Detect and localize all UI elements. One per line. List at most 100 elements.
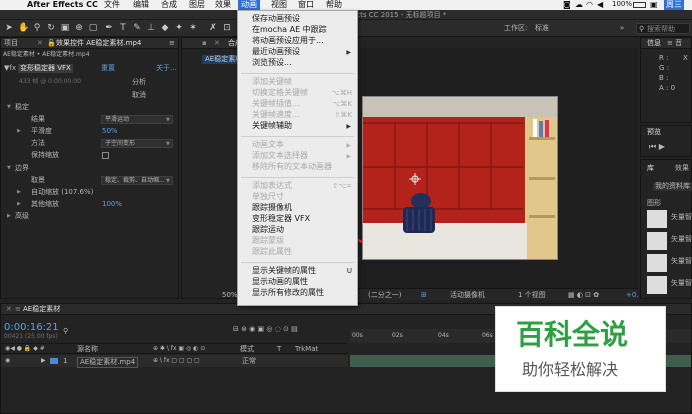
menu-item[interactable]: 跟踪蒙版 [252,237,284,245]
menu-window[interactable]: 窗口 [298,1,314,9]
menu-item[interactable]: 跟踪此属性 [252,248,292,256]
menu-item[interactable]: 添加文本选择器 [252,152,308,160]
effect-property-value[interactable]: 50% [102,128,118,135]
menu-item[interactable]: 关键帧插值... [252,100,300,108]
menu-item[interactable]: 最近动画预设 [252,48,300,56]
tab-library[interactable]: 库 [647,165,654,172]
menu-item[interactable]: 跟踪运动 [252,226,284,234]
clone-tool-icon[interactable]: ⊥ [146,23,156,33]
mask-tool-icon[interactable]: ▢ [88,23,98,33]
menu-item[interactable]: 在mocha AE 中跟踪 [252,26,327,34]
twisty-icon[interactable]: ▶ [7,214,11,219]
menu-item[interactable]: 保存动画预设 [252,15,300,23]
app-menu[interactable]: After Effects CC [27,1,98,9]
menu-item[interactable]: 动画文本 [252,141,284,149]
workspace-menu-icon[interactable]: » [620,25,624,32]
twisty-icon[interactable]: ▶ [17,190,21,195]
search-help-field[interactable]: ⚲ 搜索帮助 [636,23,690,34]
menu-item[interactable]: 跟踪摄像机 [252,204,292,212]
asset-thumb-2[interactable] [647,232,667,250]
effect-property-row[interactable]: 方法 子空间变形 ▼ [1,138,178,149]
panel-menu-icon[interactable]: ≡ [169,40,175,47]
twisty-icon[interactable]: ▼ [7,105,11,110]
eraser-tool-icon[interactable]: ◆ [160,23,170,33]
menu-item[interactable]: 将动画预设应用于... [252,37,324,45]
volume-icon[interactable]: ◀ [597,1,603,9]
close-icon[interactable]: ✕ [6,306,12,313]
effect-property-row[interactable]: ▶ 其他缩放 100% [1,199,178,210]
views-dropdown[interactable]: 1 个视图 [518,292,546,299]
tab-info[interactable]: 信息 [647,40,661,47]
menu-item[interactable]: 关键帧速度... [252,111,300,119]
resolution-dropdown[interactable]: (二分之一) [368,292,401,299]
preview-controls-icon[interactable]: ⏮ ▶ [649,143,665,151]
reset-link[interactable]: 重置 [101,65,115,72]
twisty-icon[interactable]: ▼ [7,166,11,171]
effect-property-dropdown[interactable]: 平滑运动 ▼ [101,115,173,124]
zoom-tool-icon[interactable]: ⚲ [32,23,42,33]
lock-icon[interactable]: 🔓 [47,40,56,47]
twisty-icon[interactable]: ▶ [17,129,21,134]
menu-item[interactable]: 添加表达式 [252,182,292,190]
audio-tab-icon[interactable]: ≡ 音 [667,40,682,47]
menu-item[interactable]: 关键帧辅助 [252,122,292,130]
layer-mode[interactable]: 正常 [242,358,256,365]
menu-help[interactable]: 帮助 [326,1,342,9]
asset-label-4[interactable]: 矢量智 [671,280,692,287]
asset-thumb-3[interactable] [647,254,667,272]
effect-property-row[interactable]: 结果 平滑运动 ▼ [1,114,178,125]
pan-tool-icon[interactable]: ⊕ [74,23,84,33]
fx-icon[interactable]: ▼fx [4,65,16,72]
menu-item[interactable]: 浏览预设... [252,59,292,67]
effect-property-dropdown[interactable]: 稳定、裁剪、自动缩... ▼ [101,176,173,185]
comp-frame[interactable] [362,96,558,260]
menu-view[interactable]: 视图 [271,1,287,9]
menu-file[interactable]: 文件 [104,1,120,9]
about-link[interactable]: 关于... [156,65,177,72]
menu-item[interactable]: 显示动画的属性 [252,278,308,286]
menu-animation[interactable]: 动画 [238,0,260,10]
effect-property-value[interactable]: 100% [102,201,122,208]
battery-percent[interactable]: 100% [612,1,632,8]
cancel-button[interactable]: 取消 [132,92,146,99]
zoom-level[interactable]: 50% [222,292,238,299]
menu-icon[interactable]: ≡ [15,306,21,313]
camera-dropdown[interactable]: 活动摄像机 [450,292,485,299]
effect-property-dropdown[interactable]: 子空间变形 ▼ [101,139,173,148]
rotate-tool-icon[interactable]: ↻ [46,23,56,33]
text-tool-icon[interactable]: T [118,23,128,33]
layer-switches[interactable]: ⊕ \ fx ▢ ▢ ▢ ▢ [153,358,200,364]
library-dropdown[interactable]: 我的资料库 [653,182,692,191]
menu-item[interactable]: 切换定格关键帧 [252,89,308,97]
effect-property-row[interactable]: ▼ 稳定 [1,102,178,113]
layer-name[interactable]: AE稳定素材.mp4 [77,357,139,368]
effect-property-row[interactable]: ▶ 自动缩放 (107.6%) [1,187,178,198]
tab-preview[interactable]: 预览 [647,129,661,136]
menu-item[interactable]: 添加关键帧 [252,78,292,86]
timeline-switches-icon[interactable]: ⊟ ⊛ ◉ ▣ ◎ ◌ ⊙ ▤ [233,326,298,333]
label-color[interactable] [50,358,58,364]
region-icon[interactable]: ⊞ [421,292,427,299]
layer-row[interactable]: ◉ ▶ 1 AE稳定素材.mp4 ⊕ \ fx ▢ ▢ ▢ ▢ 正常 [1,355,348,368]
search-icon[interactable]: ⚲ [63,328,68,335]
menu-item[interactable]: 显示关键帧的属性 [252,267,316,275]
exposure-value[interactable]: +0. [626,292,639,299]
menu-item[interactable]: 变形稳定器 VFX [252,215,310,223]
hand-tool-icon[interactable]: ✋ [18,23,29,33]
menu-composition[interactable]: 合成 [161,1,177,9]
camera-tool-icon[interactable]: ▣ [60,23,70,33]
menu-layer[interactable]: 图层 [189,1,205,9]
effect-checkbox[interactable] [102,152,109,159]
puppet-tool-icon[interactable]: ✶ [188,23,198,33]
effect-property-row[interactable]: ▼ 边界 [1,163,178,174]
effect-property-row[interactable]: ▶ 平滑度 50% [1,126,178,137]
pen-tool-icon[interactable]: ✒ [104,23,114,33]
twisty-icon[interactable]: ▶ [17,202,21,207]
eye-icon[interactable]: ◉ [5,358,10,364]
asset-thumb-4[interactable] [647,276,667,294]
snap-icon[interactable]: ⊡ [222,23,232,33]
lock-icon[interactable]: ▪ [202,40,207,47]
brush-tool-icon[interactable]: ✎ [132,23,142,33]
effect-property-row[interactable]: ▶ 高级 [1,211,178,222]
effect-name[interactable]: 变形稳定器 VFX [18,64,73,73]
